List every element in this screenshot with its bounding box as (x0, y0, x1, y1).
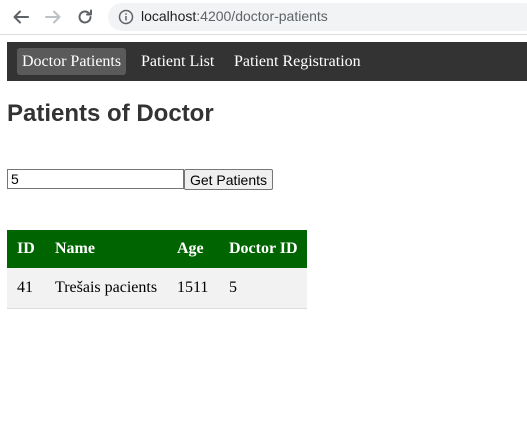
browser-toolbar: localhost:4200/doctor-patients (0, 0, 527, 35)
reload-button[interactable] (74, 6, 96, 28)
table-header-row: ID Name Age Doctor ID (7, 230, 307, 268)
nav-patient-list[interactable]: Patient List (136, 48, 219, 75)
doctor-id-input[interactable] (7, 169, 184, 189)
header-age: Age (177, 240, 204, 257)
patients-table: ID Name Age Doctor ID 41 Trešais pacient… (7, 230, 307, 309)
reload-icon (78, 9, 92, 24)
address-bar[interactable]: localhost:4200/doctor-patients (108, 3, 527, 31)
nav-doctor-patients[interactable]: Doctor Patients (17, 48, 127, 75)
info-icon[interactable] (118, 9, 134, 25)
nav-patient-registration[interactable]: Patient Registration (229, 48, 366, 75)
back-button[interactable] (10, 6, 32, 28)
header-doctor-id: Doctor ID (229, 240, 298, 257)
arrow-right-icon (45, 10, 61, 24)
header-name: Name (55, 240, 95, 257)
cell-id: 41 (17, 278, 33, 296)
app-navbar: Doctor Patients Patient List Patient Reg… (7, 42, 527, 81)
forward-button[interactable] (42, 6, 64, 28)
url-host: localhost (141, 8, 197, 24)
cell-name: Trešais pacients (55, 278, 158, 296)
url-text: localhost:4200/doctor-patients (141, 8, 328, 24)
arrow-left-icon (13, 10, 29, 24)
table-row: 41 Trešais pacients 1511 5 (7, 268, 307, 308)
get-patients-button[interactable]: Get Patients (184, 169, 273, 190)
url-path: :4200/doctor-patients (196, 8, 328, 24)
page-title: Patients of Doctor (7, 100, 214, 127)
cell-age: 1511 (177, 278, 209, 296)
cell-doctor-id: 5 (229, 278, 237, 296)
header-id: ID (17, 240, 35, 257)
